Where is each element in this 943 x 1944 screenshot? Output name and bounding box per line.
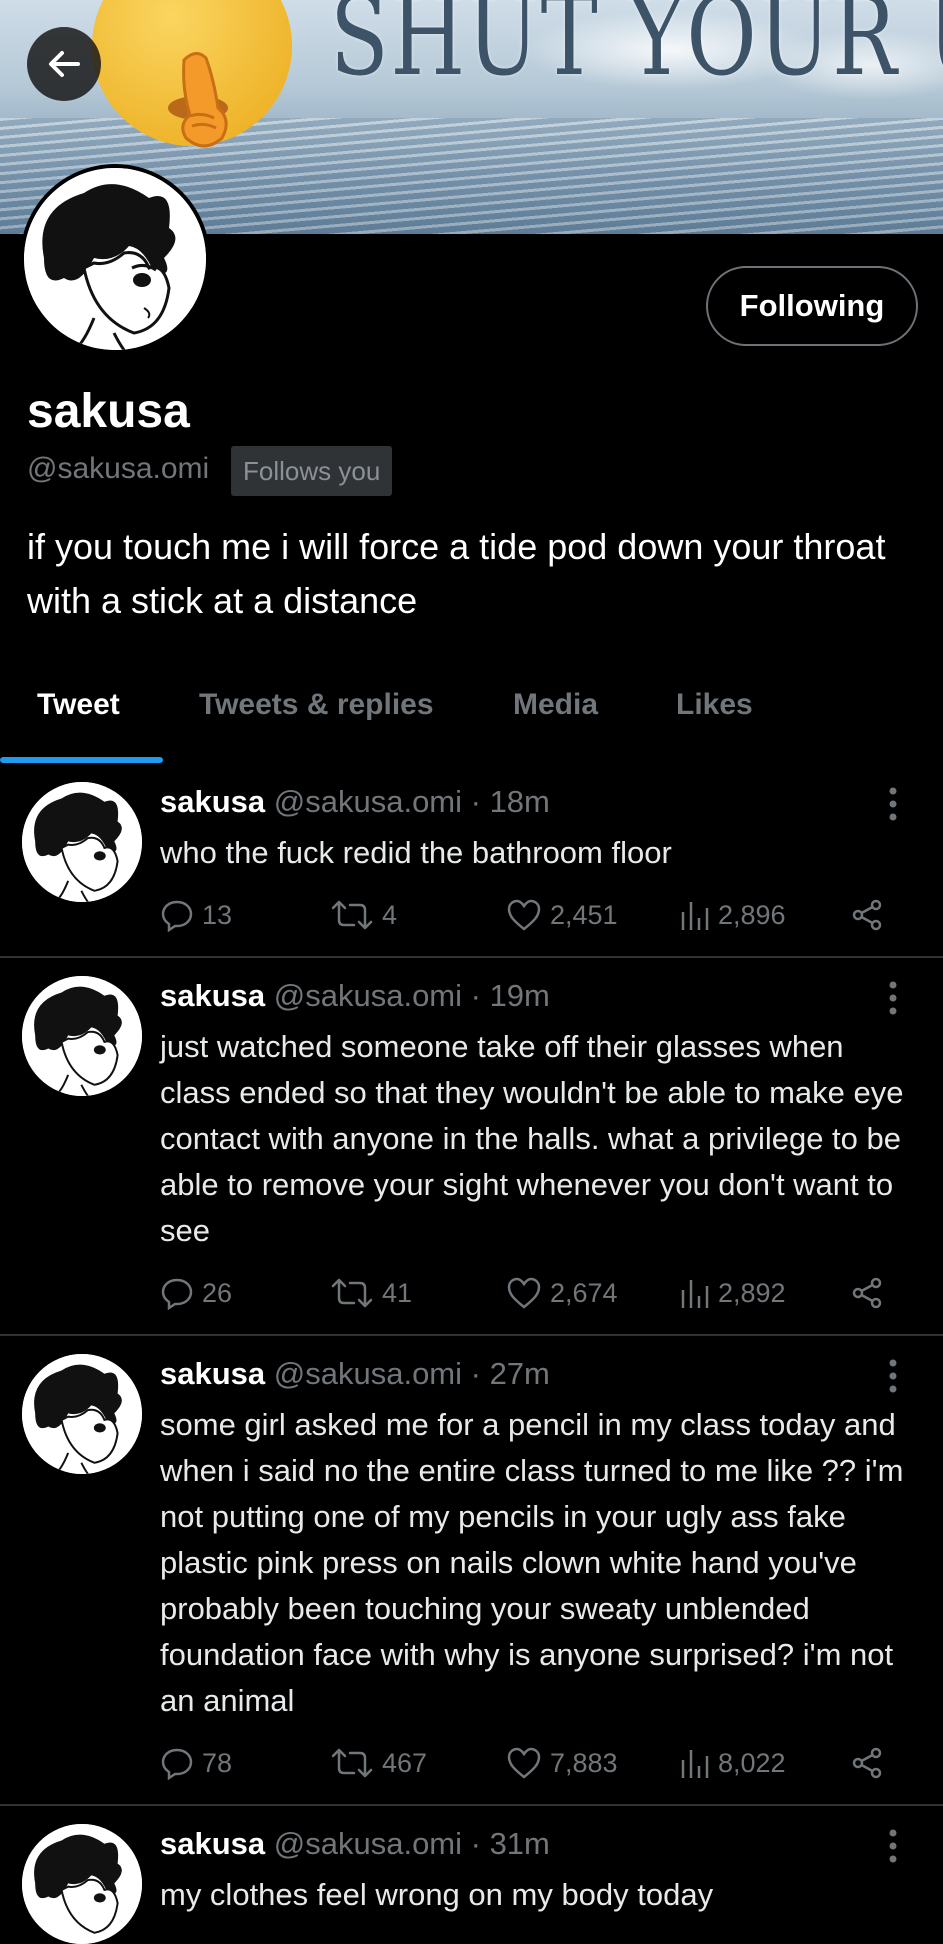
tweet-text: just watched someone take off their glas…: [160, 1029, 904, 1248]
view-count: 2,896: [718, 899, 786, 930]
share-button[interactable]: [850, 898, 884, 932]
like-button[interactable]: 7,883: [506, 1746, 618, 1780]
like-button[interactable]: 2,451: [506, 898, 618, 932]
profile-avatar[interactable]: [20, 164, 210, 354]
more-vert-icon[interactable]: [883, 1358, 903, 1394]
tweet-meta: @sakusa.omi · 18m: [273, 784, 550, 819]
banner-text: SHUT YOUR UP: [330, 0, 943, 100]
views-button[interactable]: 2,892: [680, 1276, 786, 1310]
avatar-illustration: [24, 168, 206, 350]
tweet-avatar[interactable]: [22, 976, 142, 1096]
tweet-avatar[interactable]: [22, 782, 142, 902]
tweet-author-name[interactable]: sakusa: [160, 784, 265, 819]
tweet-meta: @sakusa.omi · 31m: [273, 1826, 550, 1861]
tweet-header: sakusa @sakusa.omi · 18m: [160, 784, 550, 820]
tweet-actions: 13 4 2,451 2,896: [160, 898, 900, 938]
like-icon: [507, 899, 541, 931]
tweet-actions: 26 41 2,674 2,892: [160, 1276, 900, 1316]
views-button[interactable]: 2,896: [680, 898, 786, 932]
tweet-actions: 78 467 7,883 8,022: [160, 1746, 900, 1786]
more-vert-icon[interactable]: [883, 786, 903, 822]
reply-icon: [161, 1748, 193, 1780]
views-button[interactable]: 8,022: [680, 1746, 786, 1780]
tweet-author-name[interactable]: sakusa: [160, 1826, 265, 1861]
tweet-divider: [0, 956, 943, 958]
profile-name: sakusa: [27, 385, 190, 438]
reply-icon: [161, 900, 193, 932]
retweet-icon: [331, 1748, 373, 1778]
reply-count: 13: [202, 899, 233, 930]
profile-tabs: Tweet Tweets & replies Media Likes: [0, 670, 943, 762]
retweet-icon: [331, 1278, 373, 1308]
tab-likes[interactable]: Likes: [676, 688, 753, 722]
retweet-count: 4: [382, 899, 398, 930]
retweet-icon: [331, 900, 373, 930]
tweet-divider: [0, 1804, 943, 1806]
reply-button[interactable]: 26: [160, 1276, 232, 1310]
active-tab-indicator: [0, 757, 163, 763]
tab-tweet[interactable]: Tweet: [37, 688, 120, 722]
tab-media[interactable]: Media: [513, 688, 598, 722]
tab-tweets-replies[interactable]: Tweets & replies: [199, 688, 434, 722]
share-button[interactable]: [850, 1276, 884, 1310]
tweet-avatar[interactable]: [22, 1824, 142, 1944]
share-icon: [852, 1277, 882, 1309]
share-button[interactable]: [850, 1746, 884, 1780]
like-button[interactable]: 2,674: [506, 1276, 618, 1310]
profile-handle: @sakusa.omi: [27, 452, 210, 485]
share-icon: [852, 1747, 882, 1779]
more-vert-icon[interactable]: [883, 980, 903, 1016]
views-icon: [681, 1280, 709, 1308]
following-button[interactable]: Following: [706, 266, 918, 346]
tweet-header: sakusa @sakusa.omi · 31m: [160, 1826, 550, 1862]
tweet-meta: @sakusa.omi · 27m: [273, 1356, 550, 1391]
back-button[interactable]: [27, 27, 101, 101]
follows-you-badge: Follows you: [231, 446, 393, 496]
reply-count: 78: [202, 1747, 233, 1778]
tweet-author-name[interactable]: sakusa: [160, 1356, 265, 1391]
retweet-button[interactable]: 4: [330, 898, 397, 932]
view-count: 8,022: [718, 1747, 786, 1778]
views-icon: [681, 902, 709, 930]
tweet-author-name[interactable]: sakusa: [160, 978, 265, 1013]
back-arrow-icon: [49, 51, 80, 77]
retweet-count: 467: [382, 1747, 428, 1778]
share-icon: [852, 899, 882, 931]
reply-icon: [161, 1278, 193, 1310]
retweet-button[interactable]: 41: [330, 1276, 412, 1310]
like-icon: [507, 1747, 541, 1779]
like-count: 7,883: [550, 1747, 618, 1778]
more-vert-icon[interactable]: [883, 1828, 903, 1864]
reply-button[interactable]: 78: [160, 1746, 232, 1780]
tweet-header: sakusa @sakusa.omi · 27m: [160, 1356, 550, 1392]
reply-button[interactable]: 13: [160, 898, 232, 932]
tweet-divider: [0, 1334, 943, 1336]
tweet-meta: @sakusa.omi · 19m: [273, 978, 550, 1013]
view-count: 2,892: [718, 1277, 786, 1308]
like-count: 2,674: [550, 1277, 618, 1308]
tweet-text: some girl asked me for a pencil in my cl…: [160, 1407, 904, 1718]
tweet-avatar[interactable]: [22, 1354, 142, 1474]
tweet-header: sakusa @sakusa.omi · 19m: [160, 978, 550, 1014]
profile-bio: if you touch me i will force a tide pod …: [27, 526, 886, 621]
shush-emoji: [92, 0, 292, 148]
reply-count: 26: [202, 1277, 233, 1308]
like-icon: [507, 1277, 541, 1309]
views-icon: [681, 1750, 709, 1778]
tweet-text: who the fuck redid the bathroom floor: [160, 835, 672, 870]
like-count: 2,451: [550, 899, 618, 930]
retweet-count: 41: [382, 1277, 413, 1308]
tweet-text: my clothes feel wrong on my body today: [160, 1877, 714, 1912]
retweet-button[interactable]: 467: [330, 1746, 427, 1780]
